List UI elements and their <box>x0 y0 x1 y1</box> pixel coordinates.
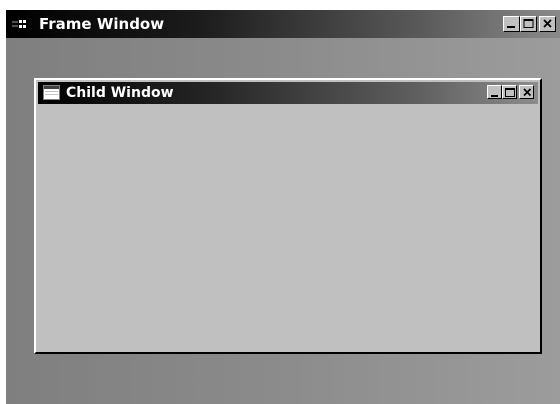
frame-title-bar[interactable]: Frame Window <box>6 10 560 38</box>
child-maximize-button[interactable] <box>502 85 517 99</box>
child-window[interactable]: Child Window <box>34 78 542 354</box>
frame-maximize-button[interactable] <box>520 16 537 32</box>
close-icon <box>523 88 532 97</box>
frame-title: Frame Window <box>39 15 165 33</box>
child-close-button[interactable] <box>519 85 534 99</box>
frame-window[interactable]: Frame Window Child Window <box>5 9 560 404</box>
child-title-bar[interactable]: Child Window <box>38 82 538 104</box>
minimize-icon <box>507 26 515 28</box>
child-minimize-button[interactable] <box>487 85 502 99</box>
maximize-icon <box>523 19 534 28</box>
frame-close-button[interactable] <box>539 16 556 32</box>
maximize-icon <box>505 88 515 97</box>
frame-minimize-button[interactable] <box>503 16 520 32</box>
child-client-area[interactable] <box>38 104 538 350</box>
document-icon[interactable] <box>43 85 60 100</box>
child-title: Child Window <box>66 85 174 101</box>
application-icon[interactable] <box>12 19 34 29</box>
minimize-icon <box>491 95 498 97</box>
child-caption-buttons <box>487 85 534 101</box>
frame-caption-buttons <box>503 16 556 32</box>
close-icon <box>543 19 552 28</box>
